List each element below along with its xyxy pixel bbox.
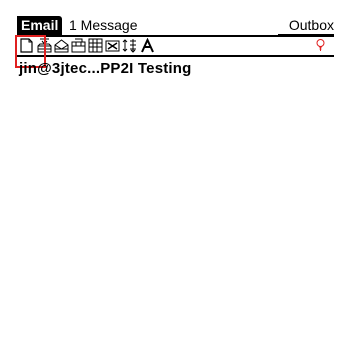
title-bar: Email 1 Message Outbox <box>17 16 334 35</box>
sort-icon[interactable] <box>122 38 137 53</box>
attention-icon[interactable] <box>313 38 328 53</box>
unread-icon[interactable] <box>71 38 86 53</box>
calendar-icon[interactable] <box>88 38 103 53</box>
email-screen: Email 1 Message Outbox jin@3jtec...PP2I … <box>15 16 334 341</box>
message-count: 1 Message <box>69 17 138 33</box>
list-item[interactable]: jin@3jtec...PP2I Testing <box>19 59 192 79</box>
toolbar <box>17 37 334 55</box>
app-title-tab[interactable]: Email <box>17 16 63 35</box>
delete-icon[interactable] <box>105 38 120 53</box>
read-icon[interactable] <box>54 38 69 53</box>
toolbar-divider <box>17 55 334 57</box>
folder-selector[interactable]: Outbox <box>289 16 334 35</box>
font-icon[interactable] <box>140 38 155 53</box>
